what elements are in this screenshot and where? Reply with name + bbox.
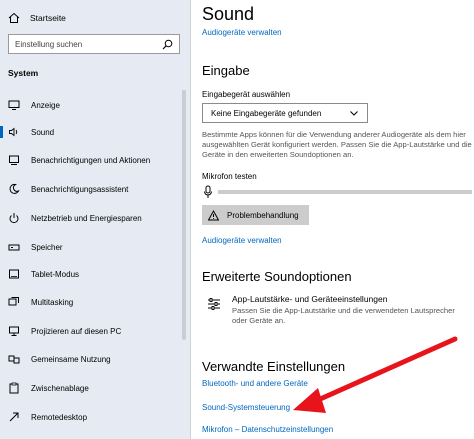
sliders-icon <box>208 298 220 310</box>
input-device-label: Eingabegerät auswählen <box>202 90 291 99</box>
storage-icon <box>8 244 20 251</box>
power-icon <box>9 213 19 224</box>
sidebar-item-benachrichtigungsassistent[interactable]: Benachrichtigungsassistent <box>0 180 190 198</box>
sidebar-item-label: Tablet-Modus <box>31 269 80 279</box>
advanced-sound-heading: Erweiterte Soundoptionen <box>202 269 352 284</box>
home-label: Startseite <box>30 13 66 23</box>
sidebar-item-label: Benachrichtigungsassistent <box>31 184 129 194</box>
sidebar-item-label: Benachrichtigungen und Aktionen <box>31 155 151 165</box>
sidebar-item-gemeinsame-nutzung[interactable]: Gemeinsame Nutzung <box>0 350 190 368</box>
manage-audio-devices-link[interactable]: Audiogeräte verwalten <box>202 28 282 37</box>
moon-icon <box>9 183 20 194</box>
sidebar-item-projizieren[interactable]: Projizieren auf diesen PC <box>0 322 190 340</box>
mic-test-row <box>202 184 472 200</box>
microphone-privacy-link[interactable]: Mikrofon – Datenschutzeinstellungen <box>202 425 333 434</box>
search-icon <box>162 39 173 49</box>
tablet-icon <box>9 269 19 279</box>
main-content: Sound Audiogeräte verwalten Eingabe Eing… <box>191 0 474 439</box>
sidebar-item-anzeige[interactable]: Anzeige <box>0 96 190 114</box>
sidebar-item-label: Sound <box>31 127 55 137</box>
input-heading: Eingabe <box>202 63 250 78</box>
sidebar-scrollbar[interactable] <box>182 90 186 340</box>
sidebar-item-label: Projizieren auf diesen PC <box>31 326 122 336</box>
multitasking-icon <box>8 297 19 306</box>
troubleshoot-label: Problembehandlung <box>227 210 299 220</box>
sidebar-item-remotedesktop[interactable]: Remotedesktop <box>0 408 190 426</box>
chevron-down-icon <box>350 111 358 116</box>
remote-icon <box>9 412 19 422</box>
sidebar-section-title: System <box>8 68 39 78</box>
sidebar-item-tablet-modus[interactable]: Tablet-Modus <box>0 265 190 283</box>
sidebar-item-zwischenablage[interactable]: Zwischenablage <box>0 379 190 397</box>
monitor-icon <box>8 100 20 110</box>
sidebar-item-netzbetrieb[interactable]: Netzbetrieb und Energiesparen <box>0 209 190 227</box>
input-description: Bestimmte Apps können für die Verwendung… <box>202 130 472 159</box>
bluetooth-devices-link[interactable]: Bluetooth- und andere Geräte <box>202 379 308 388</box>
sidebar-item-label: Zwischenablage <box>31 383 89 393</box>
sound-control-panel-link[interactable]: Sound-Systemsteuerung <box>202 403 290 412</box>
home-icon <box>8 12 20 23</box>
microphone-icon <box>204 185 212 198</box>
sidebar-item-label: Gemeinsame Nutzung <box>31 354 111 364</box>
sidebar-item-label: Netzbetrieb und Energiesparen <box>31 213 142 223</box>
sidebar-item-label: Remotedesktop <box>31 412 88 422</box>
sidebar-item-multitasking[interactable]: Multitasking <box>0 293 190 311</box>
app-volume-option-title: App-Lautstärke- und Geräteeinstellungen <box>232 294 388 304</box>
mic-test-label: Mikrofon testen <box>202 172 257 181</box>
page-title: Sound <box>202 4 255 24</box>
search-input[interactable]: Einstellung suchen <box>8 34 180 54</box>
related-settings-heading: Verwandte Einstellungen <box>202 359 346 374</box>
project-icon <box>9 326 19 336</box>
manage-audio-devices-input-link[interactable]: Audiogeräte verwalten <box>202 236 282 245</box>
search-placeholder: Einstellung suchen <box>15 39 83 49</box>
shared-icon <box>8 355 20 364</box>
home-link[interactable]: Startseite <box>8 10 66 26</box>
sidebar-item-speicher[interactable]: Speicher <box>0 238 190 256</box>
sidebar: Startseite Einstellung suchen System Anz… <box>0 0 190 439</box>
app-volume-option-description: Passen Sie die App-Lautstärke und die ve… <box>232 306 455 325</box>
mic-level-meter <box>218 190 472 194</box>
sidebar-item-sound[interactable]: Sound <box>0 123 190 141</box>
warning-icon <box>208 209 219 220</box>
sidebar-item-label: Anzeige <box>31 100 60 110</box>
input-device-value: Keine Eingabegeräte gefunden <box>211 108 322 118</box>
input-device-select[interactable]: Keine Eingabegeräte gefunden <box>202 103 368 123</box>
clipboard-icon <box>9 382 19 394</box>
sidebar-item-label: Speicher <box>31 242 63 252</box>
troubleshoot-button[interactable]: Problembehandlung <box>202 205 309 225</box>
notification-icon <box>9 155 19 165</box>
sidebar-item-label: Multitasking <box>31 297 74 307</box>
sidebar-item-benachrichtigungen[interactable]: Benachrichtigungen und Aktionen <box>0 151 190 169</box>
speaker-icon <box>9 127 18 137</box>
